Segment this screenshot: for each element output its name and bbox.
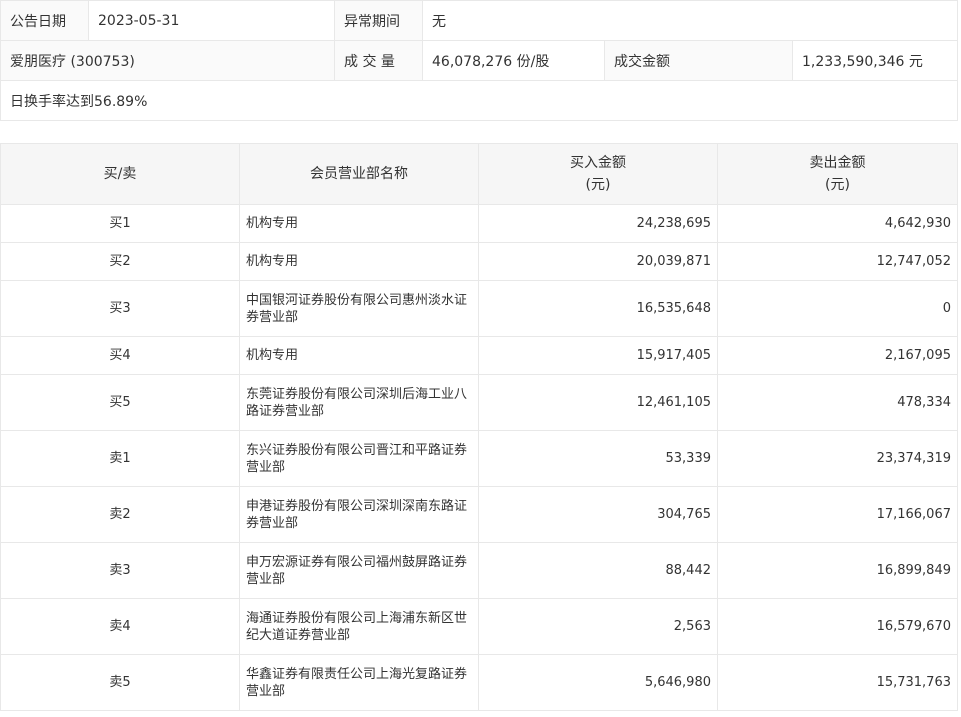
row-side: 卖4 xyxy=(0,598,240,655)
header-buy-line1: 买入金额 xyxy=(570,155,626,171)
table-row: 卖4 海通证券股份有限公司上海浦东新区世纪大道证券营业部 2,563 16,57… xyxy=(0,598,958,655)
table-row: 买3 中国银河证券股份有限公司惠州淡水证券营业部 16,535,648 0 xyxy=(0,280,958,337)
table-row: 买1 机构专用 24,238,695 4,642,930 xyxy=(0,204,958,243)
row-buy-amount: 12,461,105 xyxy=(478,374,718,431)
summary-row-date: 公告日期 2023-05-31 异常期间 无 xyxy=(0,0,958,41)
row-buy-amount: 24,238,695 xyxy=(478,204,718,243)
row-member-name: 东兴证券股份有限公司晋江和平路证券营业部 xyxy=(239,430,479,487)
table-row: 卖3 申万宏源证券有限公司福州鼓屏路证券营业部 88,442 16,899,84… xyxy=(0,542,958,599)
row-sell-amount: 23,374,319 xyxy=(717,430,958,487)
amount-value: 1,233,590,346 元 xyxy=(792,40,958,81)
row-side: 买4 xyxy=(0,336,240,375)
period-label: 异常期间 xyxy=(334,0,423,41)
table-row: 买4 机构专用 15,917,405 2,167,095 xyxy=(0,336,958,375)
row-sell-amount: 16,579,670 xyxy=(717,598,958,655)
header-sell-line1: 卖出金额 xyxy=(809,155,866,171)
row-sell-amount: 0 xyxy=(717,280,958,337)
row-buy-amount: 20,039,871 xyxy=(478,242,718,281)
row-buy-amount: 53,339 xyxy=(478,430,718,487)
row-sell-amount: 2,167,095 xyxy=(717,336,958,375)
row-side: 卖3 xyxy=(0,542,240,599)
row-member-name: 中国银河证券股份有限公司惠州淡水证券营业部 xyxy=(239,280,479,337)
row-sell-amount: 478,334 xyxy=(717,374,958,431)
table-row: 卖5 华鑫证券有限责任公司上海光复路证券营业部 5,646,980 15,731… xyxy=(0,654,958,711)
row-buy-amount: 88,442 xyxy=(478,542,718,599)
header-buy-line2: (元) xyxy=(585,177,611,193)
row-sell-amount: 17,166,067 xyxy=(717,486,958,543)
header-sell-amount: 卖出金额 (元) xyxy=(717,143,958,205)
header-sell-line2: (元) xyxy=(825,177,850,193)
row-side: 买2 xyxy=(0,242,240,281)
row-member-name: 机构专用 xyxy=(239,242,479,281)
row-buy-amount: 2,563 xyxy=(478,598,718,655)
reason-text: 日换手率达到56.89% xyxy=(0,80,958,121)
period-value: 无 xyxy=(422,0,958,41)
row-sell-amount: 12,747,052 xyxy=(717,242,958,281)
row-sell-amount: 16,899,849 xyxy=(717,542,958,599)
trading-table: 买/卖 会员营业部名称 买入金额 (元) 卖出金额 (元) 买1 机构专用 24… xyxy=(0,143,958,711)
row-side: 买5 xyxy=(0,374,240,431)
table-row: 卖2 申港证券股份有限公司深圳深南东路证券营业部 304,765 17,166,… xyxy=(0,486,958,543)
row-member-name: 机构专用 xyxy=(239,204,479,243)
row-side: 买3 xyxy=(0,280,240,337)
row-member-name: 机构专用 xyxy=(239,336,479,375)
date-label: 公告日期 xyxy=(0,0,89,41)
row-buy-amount: 16,535,648 xyxy=(478,280,718,337)
table-row: 卖1 东兴证券股份有限公司晋江和平路证券营业部 53,339 23,374,31… xyxy=(0,430,958,487)
header-side: 买/卖 xyxy=(0,143,240,205)
header-member: 会员营业部名称 xyxy=(239,143,479,205)
stock-name: 爱朋医疗 (300753) xyxy=(0,40,335,81)
row-buy-amount: 304,765 xyxy=(478,486,718,543)
header-buy-amount: 买入金额 (元) xyxy=(478,143,718,205)
row-member-name: 申万宏源证券有限公司福州鼓屏路证券营业部 xyxy=(239,542,479,599)
row-member-name: 东莞证券股份有限公司深圳后海工业八路证券营业部 xyxy=(239,374,479,431)
row-member-name: 华鑫证券有限责任公司上海光复路证券营业部 xyxy=(239,654,479,711)
row-member-name: 申港证券股份有限公司深圳深南东路证券营业部 xyxy=(239,486,479,543)
row-sell-amount: 15,731,763 xyxy=(717,654,958,711)
summary-row-reason: 日换手率达到56.89% xyxy=(0,80,958,121)
volume-label: 成 交 量 xyxy=(334,40,423,81)
row-side: 卖1 xyxy=(0,430,240,487)
volume-value: 46,078,276 份/股 xyxy=(422,40,605,81)
amount-label: 成交金额 xyxy=(604,40,793,81)
row-member-name: 海通证券股份有限公司上海浦东新区世纪大道证券营业部 xyxy=(239,598,479,655)
table-header-row: 买/卖 会员营业部名称 买入金额 (元) 卖出金额 (元) xyxy=(0,143,958,205)
row-side: 买1 xyxy=(0,204,240,243)
summary-row-trade: 爱朋医疗 (300753) 成 交 量 46,078,276 份/股 成交金额 … xyxy=(0,40,958,81)
row-buy-amount: 15,917,405 xyxy=(478,336,718,375)
row-side: 卖5 xyxy=(0,654,240,711)
row-buy-amount: 5,646,980 xyxy=(478,654,718,711)
row-side: 卖2 xyxy=(0,486,240,543)
table-row: 买2 机构专用 20,039,871 12,747,052 xyxy=(0,242,958,281)
table-row: 买5 东莞证券股份有限公司深圳后海工业八路证券营业部 12,461,105 47… xyxy=(0,374,958,431)
summary-table: 公告日期 2023-05-31 异常期间 无 爱朋医疗 (300753) 成 交… xyxy=(0,0,958,121)
date-value: 2023-05-31 xyxy=(88,0,335,41)
row-sell-amount: 4,642,930 xyxy=(717,204,958,243)
